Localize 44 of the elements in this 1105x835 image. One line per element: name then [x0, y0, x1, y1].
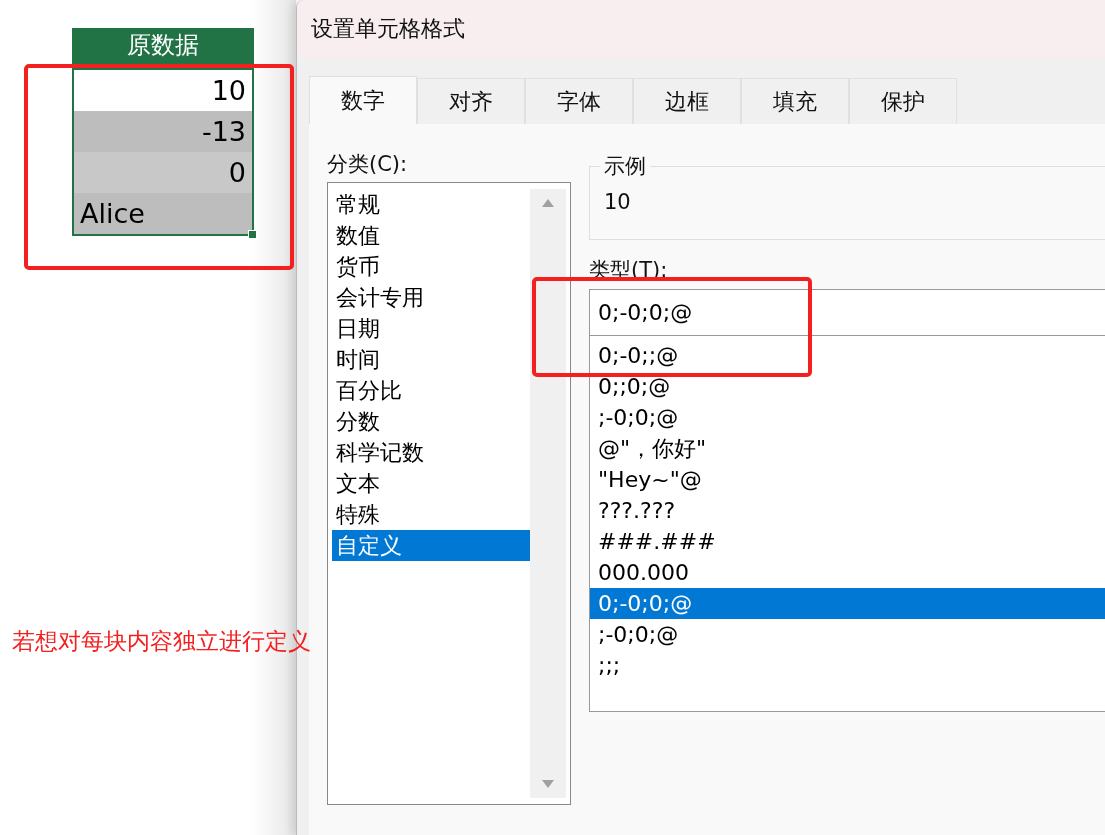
tab[interactable]: 边框: [633, 78, 741, 124]
list-item[interactable]: 特殊: [332, 499, 530, 530]
scroll-down-icon[interactable]: [542, 780, 554, 788]
list-item[interactable]: 000.000: [590, 557, 1105, 588]
sample-label: 示例: [603, 153, 647, 180]
list-item[interactable]: 日期: [332, 313, 530, 344]
list-item[interactable]: 时间: [332, 344, 530, 375]
annotation-text: 若想对每块内容独立进行定义: [12, 627, 311, 656]
scrollbar[interactable]: [530, 189, 566, 798]
window-title: 设置单元格格式: [297, 0, 1105, 58]
list-item[interactable]: 0;-0;;@: [590, 340, 1105, 371]
tab[interactable]: 填充: [741, 78, 849, 124]
tab[interactable]: 字体: [525, 78, 633, 124]
list-item[interactable]: ;;;: [590, 650, 1105, 681]
tab[interactable]: 保护: [849, 78, 957, 124]
list-item[interactable]: 0;-0;0;@: [590, 588, 1105, 619]
list-item[interactable]: 0;;0;@: [590, 371, 1105, 402]
table-cell: Alice: [74, 193, 252, 234]
list-item[interactable]: 自定义: [332, 530, 530, 561]
list-item[interactable]: 分数: [332, 406, 530, 437]
list-item[interactable]: ###.###: [590, 526, 1105, 557]
scroll-up-icon[interactable]: [542, 199, 554, 207]
list-item[interactable]: ;-0;0;@: [590, 619, 1105, 650]
list-item[interactable]: 百分比: [332, 375, 530, 406]
list-item[interactable]: @"，你好": [590, 433, 1105, 464]
category-label: 分类(C):: [327, 151, 409, 178]
tab[interactable]: 数字: [309, 76, 417, 124]
table-cell: -13: [74, 111, 252, 152]
fill-handle[interactable]: [248, 230, 257, 239]
category-list[interactable]: 常规 数值 货币 会计专用 日期 时间 百分比 分数 科学记数 文本 特殊 自定义: [327, 182, 571, 805]
list-item[interactable]: 会计专用: [332, 282, 530, 313]
type-field[interactable]: 0;-0;0;@: [589, 289, 1105, 336]
list-item[interactable]: 科学记数: [332, 437, 530, 468]
list-item[interactable]: ;-0;0;@: [590, 402, 1105, 433]
list-item[interactable]: 文本: [332, 468, 530, 499]
sample-value: 10: [604, 190, 632, 214]
list-item[interactable]: 数值: [332, 220, 530, 251]
list-item[interactable]: 货币: [332, 251, 530, 282]
list-item[interactable]: 常规: [332, 189, 530, 220]
format-list[interactable]: 0;-0;;@ 0;;0;@ ;-0;0;@ @"，你好" "Hey~"@ ???.??? ###.### 000.000 0;-0;0;@ ;-0;0;@ ;;;: [589, 336, 1105, 712]
table-cell: 0: [74, 152, 252, 193]
list-item[interactable]: "Hey~"@: [590, 464, 1105, 495]
tab[interactable]: 对齐: [417, 78, 525, 124]
list-item[interactable]: ???.???: [590, 495, 1105, 526]
